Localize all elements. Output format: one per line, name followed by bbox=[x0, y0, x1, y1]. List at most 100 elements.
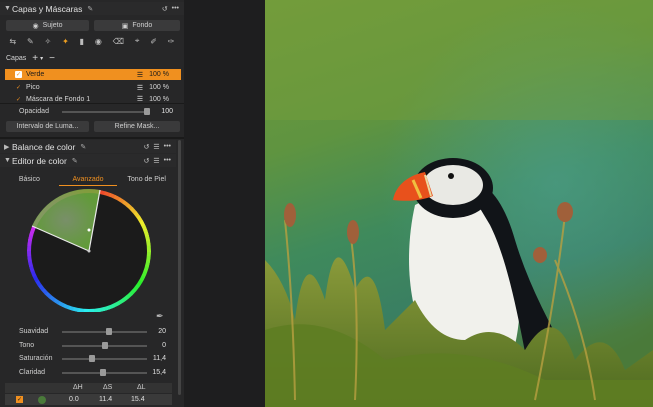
layers-masks-header[interactable]: ▼ Capas y Máscaras ✎ ↺ ••• bbox=[0, 2, 184, 15]
chevron-down-icon[interactable]: ▼ bbox=[4, 5, 12, 12]
opacity-knob[interactable] bbox=[144, 108, 150, 115]
hue-slider-row: Tono 0 bbox=[0, 340, 176, 352]
hue-knob[interactable] bbox=[101, 342, 108, 349]
auto-mask-icon[interactable]: ✦ bbox=[62, 37, 69, 46]
hue-label: Tono bbox=[19, 342, 35, 349]
chevron-right-icon[interactable]: ▶ bbox=[4, 143, 12, 151]
subject-button[interactable]: ◉ Sujeto bbox=[6, 20, 89, 31]
tab-basico[interactable]: Básico bbox=[0, 174, 59, 186]
background-button[interactable]: ▣ Fondo bbox=[94, 20, 180, 31]
layer-checkbox[interactable]: ✓ bbox=[15, 84, 22, 91]
smoothness-track[interactable] bbox=[62, 331, 147, 333]
opacity-label: Opacidad bbox=[19, 108, 49, 115]
adjust-icon[interactable]: ⇆ bbox=[9, 37, 16, 46]
more-icon[interactable]: ••• bbox=[164, 143, 171, 151]
reset-icon[interactable]: ↺ bbox=[143, 157, 149, 165]
layer-opacity: 100 % bbox=[149, 71, 169, 78]
add-layer-dropdown-icon[interactable]: ▾ bbox=[40, 55, 43, 62]
remove-layer-icon[interactable]: − bbox=[49, 53, 55, 64]
clarity-value[interactable]: 15,4 bbox=[152, 369, 166, 376]
chevron-down-icon[interactable]: ▼ bbox=[4, 157, 12, 164]
clear-brush-icon[interactable]: ✑ bbox=[168, 37, 175, 46]
smoothness-knob[interactable] bbox=[105, 328, 112, 335]
opacity-slider-row: Opacidad 100 bbox=[0, 106, 176, 118]
pen-icon[interactable]: ✎ bbox=[72, 157, 78, 165]
hue-value[interactable]: 0 bbox=[162, 342, 166, 349]
person-icon: ◉ bbox=[32, 22, 39, 30]
color-balance-header[interactable]: ▶ Balance de color ✎ ↺ ☰ ••• bbox=[0, 140, 176, 153]
clarity-slider-row: Claridad 15,4 bbox=[0, 367, 176, 379]
opacity-value[interactable]: 100 bbox=[161, 108, 173, 115]
magic-brush-icon[interactable]: ✧ bbox=[45, 37, 52, 46]
photo-viewer[interactable] bbox=[265, 0, 653, 407]
smoothness-value[interactable]: 20 bbox=[158, 328, 166, 335]
pen-icon[interactable]: ✎ bbox=[80, 143, 86, 151]
portrait-icon: ▣ bbox=[121, 22, 129, 30]
layer-row-pico[interactable]: ✓ Pico ☰ 100 % bbox=[5, 82, 181, 93]
sliders-icon[interactable]: ☰ bbox=[137, 95, 143, 103]
refine-mask-button[interactable]: Refine Mask... bbox=[94, 121, 180, 132]
add-layer-icon[interactable]: + bbox=[32, 53, 38, 64]
layer-checkbox[interactable]: ✓ bbox=[15, 96, 22, 103]
saturation-track[interactable] bbox=[62, 358, 147, 360]
clarity-label: Claridad bbox=[19, 369, 46, 376]
smoothness-slider-row: Suavidad 20 bbox=[0, 326, 176, 338]
divider bbox=[0, 103, 184, 104]
color-wheel[interactable] bbox=[22, 188, 156, 312]
linear-gradient-icon[interactable]: ▮ bbox=[80, 37, 84, 46]
divider bbox=[0, 137, 184, 139]
luma-range-button[interactable]: Intervalo de Luma... bbox=[6, 121, 89, 132]
more-icon[interactable]: ••• bbox=[172, 5, 179, 13]
panel-gutter bbox=[184, 0, 265, 407]
layer-opacity: 100 % bbox=[149, 95, 169, 103]
layers-masks-title: Capas y Máscaras bbox=[12, 3, 83, 14]
erase-icon[interactable]: ⌫ bbox=[113, 37, 124, 46]
layer-row-verde[interactable]: ✓ Verde ☰ 100 % bbox=[5, 69, 181, 80]
picker-icon[interactable]: ⌖ bbox=[135, 36, 140, 46]
saturation-value[interactable]: 11,4 bbox=[153, 355, 166, 362]
layers-toolbar: Capas + ▾ − bbox=[6, 53, 55, 64]
puffin-photo bbox=[265, 0, 653, 407]
more-icon[interactable]: ••• bbox=[164, 157, 171, 165]
saturation-slider-row: Saturación 11,4 bbox=[0, 353, 176, 365]
menu-icon[interactable]: ☰ bbox=[153, 157, 159, 165]
sliders-icon[interactable]: ☰ bbox=[137, 71, 143, 79]
opacity-track[interactable] bbox=[62, 111, 147, 113]
smoothness-label: Suavidad bbox=[19, 328, 49, 335]
tab-avanzado[interactable]: Avanzado bbox=[58, 174, 118, 186]
clarity-knob[interactable] bbox=[99, 369, 106, 376]
row-checkbox[interactable]: ✓ bbox=[16, 396, 23, 403]
pen-icon[interactable]: ✎ bbox=[87, 5, 93, 13]
brush-icon[interactable]: ✎ bbox=[27, 37, 34, 46]
luma-range-label: Intervalo de Luma... bbox=[16, 123, 79, 130]
eyedropper-icon[interactable]: ✒ bbox=[156, 311, 164, 322]
delta-h-value: 0.0 bbox=[69, 396, 79, 403]
background-button-label: Fondo bbox=[132, 22, 153, 29]
layer-checkbox[interactable]: ✓ bbox=[15, 71, 22, 78]
radial-gradient-icon[interactable]: ◉ bbox=[95, 37, 102, 46]
refine-brush-icon[interactable]: ✐ bbox=[150, 37, 157, 46]
delta-s-value: 11.4 bbox=[99, 396, 113, 403]
saturation-knob[interactable] bbox=[88, 355, 95, 362]
menu-icon[interactable]: ☰ bbox=[153, 143, 159, 151]
layer-opacity: 100 % bbox=[149, 84, 169, 91]
color-table-header: ΔH ΔS ΔL bbox=[5, 383, 172, 393]
sliders-icon[interactable]: ☰ bbox=[137, 84, 143, 92]
layer-name: Verde bbox=[26, 71, 45, 78]
subject-button-label: Sujeto bbox=[42, 22, 63, 29]
layer-row-mascara[interactable]: ✓ Máscara de Fondo 1 ☰ 100 % bbox=[5, 95, 181, 104]
reset-icon[interactable]: ↺ bbox=[143, 143, 149, 151]
saturation-label: Saturación bbox=[19, 355, 53, 362]
color-swatch bbox=[38, 396, 46, 404]
table-row[interactable]: ✓ 0.0 11.4 15.4 bbox=[5, 394, 172, 405]
refine-mask-label: Refine Mask... bbox=[114, 123, 160, 130]
tool-panel: ▼ Capas y Máscaras ✎ ↺ ••• ◉ Sujeto ▣ Fo… bbox=[0, 0, 184, 407]
reset-icon[interactable]: ↺ bbox=[162, 5, 168, 13]
tab-tono-piel[interactable]: Tono de Piel bbox=[117, 174, 176, 186]
color-editor-header[interactable]: ▼ Editor de color ✎ ↺ ☰ ••• bbox=[0, 154, 176, 167]
layer-name: Pico bbox=[26, 84, 40, 91]
delta-l-value: 15.4 bbox=[131, 396, 145, 403]
delta-h-header: ΔH bbox=[73, 384, 83, 391]
color-editor-title: Editor de color bbox=[12, 155, 67, 166]
panel-scrollbar[interactable] bbox=[178, 140, 181, 395]
